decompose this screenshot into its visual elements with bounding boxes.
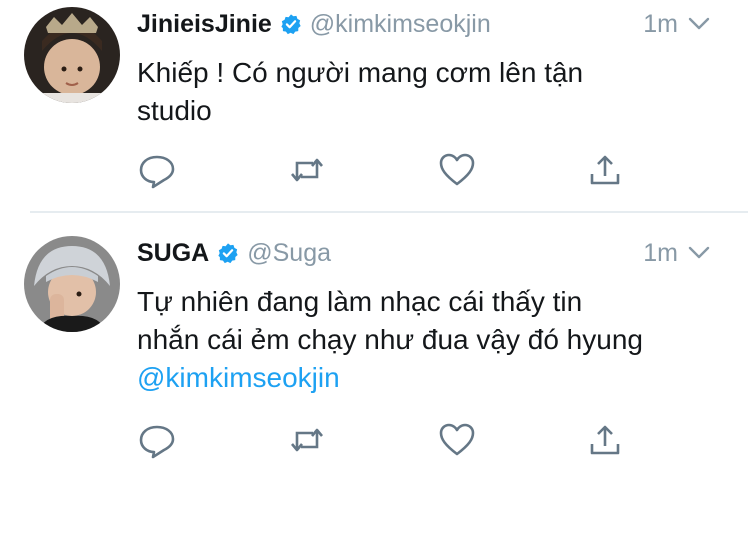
tweet-text-line: Tự nhiên đang làm nhạc cái thấy tin [137,286,583,317]
tweet-actions [137,420,637,460]
tweet[interactable]: SUGA @Suga 1m Tự nhiên đang làm nhạc cái … [0,213,748,473]
avatar[interactable] [24,7,120,103]
like-icon [439,153,475,186]
tweet-text: Tự nhiên đang làm nhạc cái thấy tin nhắn… [137,283,737,397]
like-button[interactable] [437,150,477,190]
verified-badge-icon [281,14,301,35]
chevron-down-icon[interactable] [688,244,710,262]
mention-link[interactable]: @kimkimseokjin [137,362,340,393]
avatar[interactable] [24,236,120,332]
tweet-text-line: Khiếp ! Có người mang cơm lên tận [137,57,584,88]
retweet-button[interactable] [287,420,327,460]
like-icon [439,423,475,456]
like-button[interactable] [437,420,477,460]
share-button[interactable] [585,420,625,460]
tweet-header: SUGA @Suga 1m [137,235,718,271]
retweet-icon [291,428,323,452]
share-button[interactable] [585,150,625,190]
retweet-button[interactable] [287,150,327,190]
timestamp[interactable]: 1m [643,235,678,271]
reply-button[interactable] [137,420,177,460]
share-icon [590,155,620,185]
tweet-actions [137,150,637,190]
share-icon [590,425,620,455]
display-name[interactable]: JinieisJinie @kimkimseokjin [137,6,491,42]
user-handle[interactable]: @kimkimseokjin [310,10,491,38]
tweet-text: Khiếp ! Có người mang cơm lên tận studio [137,54,737,130]
user-handle[interactable]: @Suga [247,239,331,267]
tweet-header: JinieisJinie @kimkimseokjin 1m [137,6,718,42]
display-name-text[interactable]: JinieisJinie [137,10,272,38]
tweet-text-line: nhắn cái ẻm chạy như đua vậy đó hyung [137,324,643,355]
chevron-down-icon[interactable] [688,15,710,33]
tweet[interactable]: JinieisJinie @kimkimseokjin 1m Khiếp ! Có… [0,0,748,212]
display-name[interactable]: SUGA @Suga [137,235,331,271]
verified-badge-icon [218,243,238,264]
timestamp[interactable]: 1m [643,6,678,42]
tweet-text-line: studio [137,95,212,126]
reply-button[interactable] [137,150,177,190]
reply-icon [139,425,175,459]
retweet-icon [291,158,323,182]
display-name-text[interactable]: SUGA [137,239,209,267]
reply-icon [139,155,175,189]
